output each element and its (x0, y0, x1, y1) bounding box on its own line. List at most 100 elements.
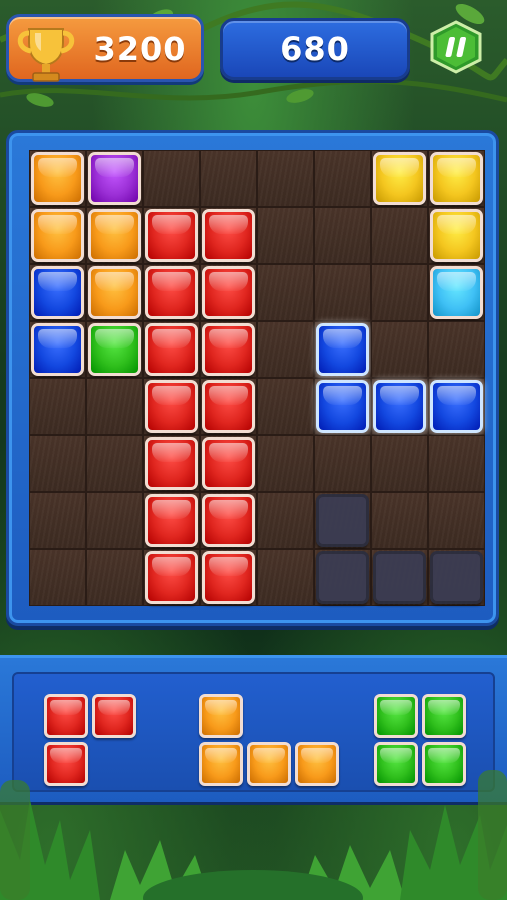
board-cell[interactable] (29, 264, 86, 321)
jewel-block-red (202, 380, 255, 433)
jewel-block-red (145, 494, 198, 547)
board-cell[interactable] (200, 150, 257, 207)
board-cell[interactable] (143, 207, 200, 264)
board-cell[interactable] (143, 549, 200, 606)
jewel-block-green (88, 323, 141, 376)
jewel-block-red (145, 266, 198, 319)
board-cell[interactable] (428, 435, 485, 492)
board-cell[interactable] (200, 378, 257, 435)
tray-block-orange (199, 742, 243, 786)
board-cell[interactable] (200, 207, 257, 264)
jewel-block-blue (373, 380, 426, 433)
board-cell[interactable] (257, 321, 314, 378)
tray-block-green (374, 742, 418, 786)
board-cell[interactable] (428, 378, 485, 435)
board-cell[interactable] (200, 264, 257, 321)
board-cell[interactable] (143, 435, 200, 492)
board-cell[interactable] (29, 435, 86, 492)
board-cell[interactable] (143, 492, 200, 549)
board-cell[interactable] (314, 549, 371, 606)
placement-preview-block (316, 494, 369, 547)
jewel-block-blue (316, 323, 369, 376)
jewel-block-red (202, 209, 255, 262)
board-cell[interactable] (257, 378, 314, 435)
board-cell[interactable] (428, 150, 485, 207)
jewel-block-red (202, 323, 255, 376)
board-cell[interactable] (314, 264, 371, 321)
tray-block-orange (199, 694, 243, 738)
board-cell[interactable] (257, 492, 314, 549)
board-cell[interactable] (86, 549, 143, 606)
board-cell[interactable] (86, 207, 143, 264)
jewel-block-cyan (430, 266, 483, 319)
tray-block-green (422, 742, 466, 786)
board-cell[interactable] (314, 321, 371, 378)
tray-block-red (44, 694, 88, 738)
board-cell[interactable] (314, 378, 371, 435)
best-score-value: 3200 (93, 30, 187, 68)
board-cell[interactable] (257, 549, 314, 606)
board-cell[interactable] (257, 264, 314, 321)
board-cell[interactable] (200, 435, 257, 492)
pause-button[interactable] (428, 20, 484, 74)
board-cell[interactable] (371, 492, 428, 549)
board-cell[interactable] (314, 207, 371, 264)
board-cell[interactable] (86, 435, 143, 492)
board-cell[interactable] (29, 378, 86, 435)
placement-preview-block (316, 551, 369, 604)
board-cell[interactable] (314, 435, 371, 492)
jewel-block-yellow (373, 152, 426, 205)
board-cell[interactable] (371, 378, 428, 435)
board-cell[interactable] (143, 264, 200, 321)
board-cell[interactable] (29, 321, 86, 378)
jewel-block-red (202, 494, 255, 547)
board-cell[interactable] (86, 492, 143, 549)
jewel-block-blue (31, 323, 84, 376)
tray-block-orange (295, 742, 339, 786)
piece-tray (0, 655, 507, 805)
board-cell[interactable] (29, 492, 86, 549)
board-cell[interactable] (257, 207, 314, 264)
placement-preview-block (430, 551, 483, 604)
board-cell[interactable] (29, 549, 86, 606)
board-cell[interactable] (428, 321, 485, 378)
current-score-panel: 680 (220, 18, 410, 80)
game-board-grid[interactable] (29, 150, 485, 606)
board-cell[interactable] (428, 492, 485, 549)
board-cell[interactable] (314, 492, 371, 549)
board-cell[interactable] (143, 150, 200, 207)
board-cell[interactable] (143, 378, 200, 435)
board-cell[interactable] (257, 435, 314, 492)
score-header: 3200 680 (0, 0, 507, 90)
board-cell[interactable] (29, 150, 86, 207)
board-cell[interactable] (428, 549, 485, 606)
game-board-frame (6, 130, 499, 626)
jewel-block-orange (31, 152, 84, 205)
board-cell[interactable] (371, 435, 428, 492)
board-cell[interactable] (371, 150, 428, 207)
board-cell[interactable] (200, 321, 257, 378)
board-cell[interactable] (200, 492, 257, 549)
board-cell[interactable] (86, 321, 143, 378)
board-cell[interactable] (86, 264, 143, 321)
board-cell[interactable] (371, 207, 428, 264)
board-cell[interactable] (428, 264, 485, 321)
board-cell[interactable] (86, 378, 143, 435)
board-cell[interactable] (143, 321, 200, 378)
jewel-block-orange (88, 209, 141, 262)
board-cell[interactable] (257, 150, 314, 207)
best-score-panel: 3200 (6, 14, 204, 82)
board-cell[interactable] (371, 264, 428, 321)
trophy-icon (17, 28, 75, 82)
board-cell[interactable] (314, 150, 371, 207)
jewel-block-red (202, 266, 255, 319)
board-cell[interactable] (86, 150, 143, 207)
board-cell[interactable] (200, 549, 257, 606)
piece-tray-inner (12, 672, 495, 792)
board-cell[interactable] (29, 207, 86, 264)
jewel-block-red (145, 551, 198, 604)
board-cell[interactable] (371, 549, 428, 606)
jewel-block-yellow (430, 209, 483, 262)
board-cell[interactable] (371, 321, 428, 378)
board-cell[interactable] (428, 207, 485, 264)
